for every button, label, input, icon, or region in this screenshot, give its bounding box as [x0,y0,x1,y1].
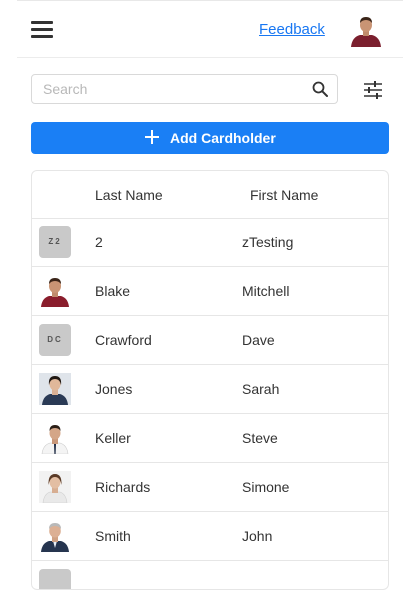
person-photo-icon [39,471,71,503]
avatar: Z2 [39,226,71,258]
table-row[interactable]: Smith John [32,512,388,561]
plus-icon [145,130,159,144]
last-name-cell: Keller [95,430,131,446]
avatar [39,373,71,405]
avatar [39,275,71,307]
avatar [39,520,71,552]
person-photo-icon [39,520,71,552]
initials-avatar [39,569,71,589]
last-name-cell: 2 [95,234,103,250]
avatar [39,422,71,454]
table-body: Z2 2 zTesting Blake Mitchell DC Crawford… [32,218,388,589]
table-header: Last Name First Name [32,171,388,219]
menu-icon[interactable] [31,20,55,38]
app-frame: Feedback Add Cardholder Last Name First … [17,0,403,590]
last-name-cell: Crawford [95,332,152,348]
last-name-cell: Smith [95,528,131,544]
column-header-last-name[interactable]: Last Name [95,187,163,203]
table-row[interactable]: Richards Simone [32,463,388,512]
last-name-cell: Richards [95,479,151,495]
initials-avatar: Z2 [39,226,71,258]
user-avatar[interactable] [349,13,383,47]
first-name-cell: Simone [242,479,290,495]
first-name-cell: zTesting [242,234,294,250]
person-photo-icon [39,275,71,307]
table-row[interactable]: Blake Mitchell [32,267,388,316]
first-name-cell: Sarah [242,381,280,397]
table-row[interactable]: Keller Steve [32,414,388,463]
search-input[interactable] [32,75,302,103]
table-row[interactable]: DC Crawford Dave [32,316,388,365]
last-name-cell: Blake [95,283,131,299]
first-name-cell: Mitchell [242,283,290,299]
add-cardholder-button[interactable]: Add Cardholder [31,122,389,154]
avatar: DC [39,324,71,356]
feedback-link[interactable]: Feedback [259,21,325,38]
table-row[interactable]: Jones Sarah [32,365,388,414]
first-name-cell: Steve [242,430,278,446]
person-photo-icon [39,373,71,405]
person-photo-icon [39,422,71,454]
header: Feedback [17,1,403,58]
cardholder-table: Last Name First Name Z2 2 zTesting Blake… [31,170,389,590]
first-name-cell: John [242,528,273,544]
search-box [31,74,338,104]
initials-avatar: DC [39,324,71,356]
table-row[interactable] [32,561,388,589]
add-cardholder-label: Add Cardholder [170,130,276,146]
search-icon[interactable] [312,81,328,97]
column-header-first-name[interactable]: First Name [250,187,318,203]
table-row[interactable]: Z2 2 zTesting [32,218,388,267]
avatar [39,569,71,589]
last-name-cell: Jones [95,381,133,397]
filter-settings-icon[interactable] [363,81,383,99]
first-name-cell: Dave [242,332,275,348]
avatar [39,471,71,503]
